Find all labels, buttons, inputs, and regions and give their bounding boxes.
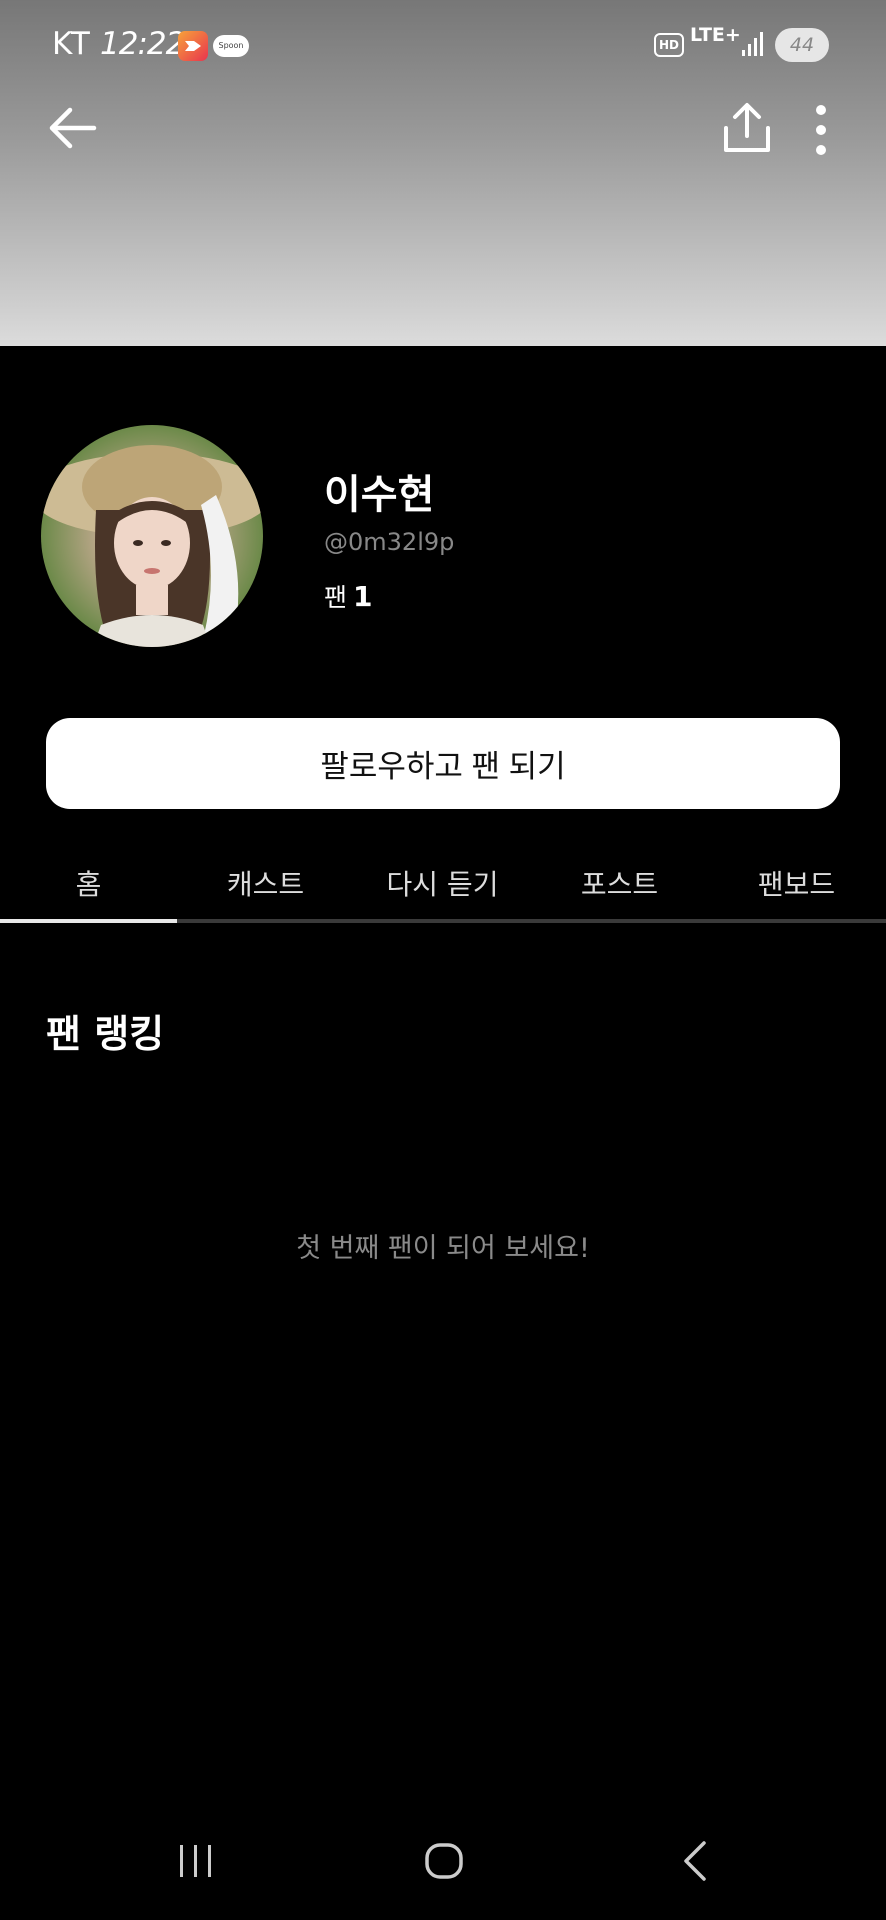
fan-ranking-title: 팬 랭킹 (46, 1012, 165, 1056)
status-bar: KT 12:22 Spoon HD LTE+ 44 (0, 0, 886, 90)
carrier-label: KT (52, 26, 91, 62)
notification-app-icon (178, 31, 208, 61)
more-options-icon[interactable] (808, 104, 834, 156)
tab-replays[interactable]: 다시 듣기 (354, 855, 531, 923)
back-arrow-icon[interactable] (46, 102, 98, 154)
fan-count-row[interactable]: 팬1 (324, 578, 373, 614)
network-type-icon: LTE+ (690, 24, 741, 46)
profile-handle: @0m32l9p (324, 528, 455, 556)
tab-casts[interactable]: 캐스트 (177, 855, 354, 923)
profile-name: 이수현 (324, 472, 435, 518)
tab-fanboard[interactable]: 팬보드 (708, 855, 885, 923)
home-icon[interactable] (424, 1841, 464, 1881)
fan-label: 팬 (324, 583, 348, 612)
system-navigation-bar (0, 1820, 886, 1920)
profile-avatar[interactable] (41, 425, 263, 647)
spoon-notification-icon: Spoon (213, 35, 249, 57)
recent-apps-icon[interactable] (176, 1841, 216, 1881)
hd-icon: HD (654, 33, 684, 57)
signal-icon (742, 32, 763, 56)
profile-tabs: 홈 캐스트 다시 듣기 포스트 팬보드 (0, 855, 886, 923)
share-icon[interactable] (722, 100, 772, 156)
fan-ranking-empty-message: 첫 번째 팬이 되어 보세요! (296, 1233, 590, 1264)
active-tab-indicator (0, 919, 177, 923)
follow-button[interactable]: 팔로우하고 팬 되기 (46, 718, 840, 809)
battery-icon: 44 (775, 28, 829, 62)
tab-posts[interactable]: 포스트 (531, 855, 708, 923)
system-back-icon[interactable] (680, 1840, 710, 1882)
clock: 12:22 (100, 26, 185, 62)
fan-count: 1 (353, 580, 373, 613)
tab-home[interactable]: 홈 (0, 855, 177, 923)
